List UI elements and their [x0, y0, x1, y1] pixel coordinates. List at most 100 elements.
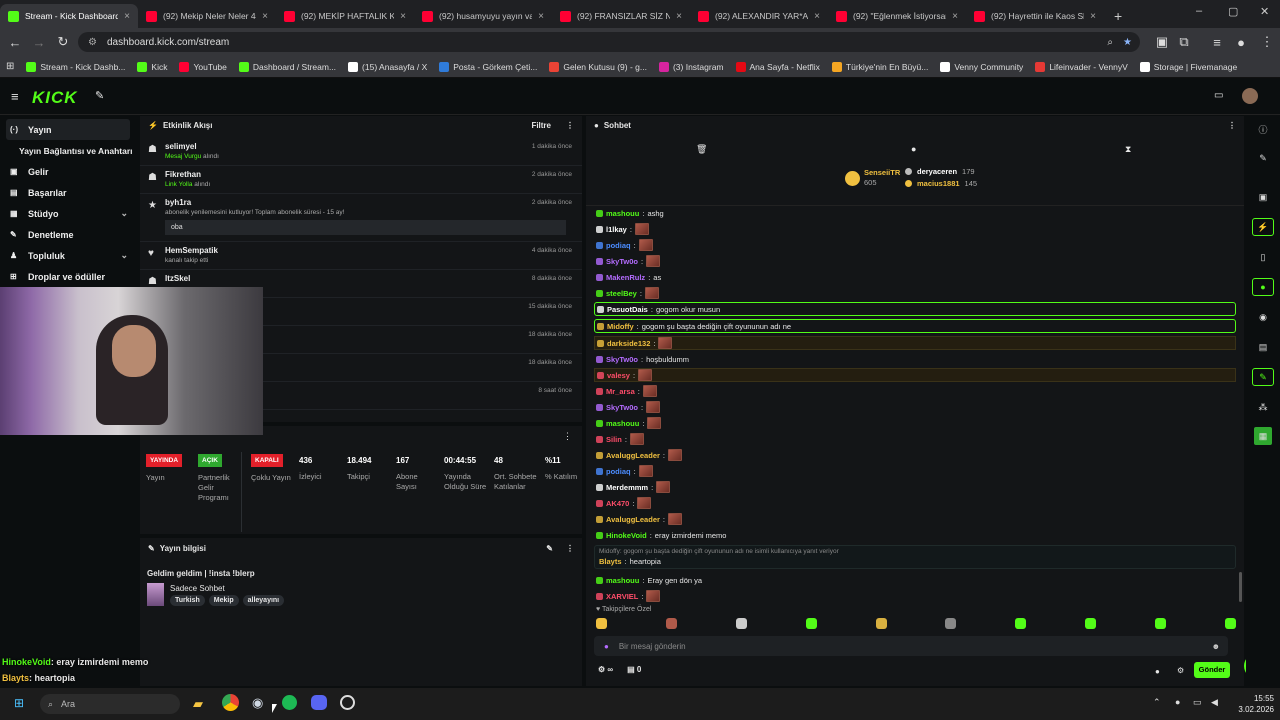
chat-username[interactable]: steelBey: [606, 289, 637, 298]
chat-message[interactable]: steelBey:: [594, 286, 1236, 300]
chat-message[interactable]: AvaluggLeader:: [594, 448, 1236, 462]
steam-icon[interactable]: ◉: [252, 695, 263, 711]
chat-scrollbar[interactable]: [1239, 572, 1242, 602]
chat-username[interactable]: l1lkay: [606, 225, 627, 234]
chat-username[interactable]: AK470: [606, 499, 629, 508]
gear-icon[interactable]: ⚙: [1177, 666, 1184, 675]
chat-username[interactable]: mashouu: [606, 576, 639, 585]
phone-icon[interactable]: ▯: [1252, 248, 1274, 266]
bookmark-item[interactable]: Posta - Görkem Çeti...: [439, 61, 537, 72]
chat-username[interactable]: HinokeVoid: [606, 531, 647, 540]
activity-item[interactable]: ☗ selimyel Mesaj Vurgu alındı 1 dakika önce: [140, 138, 582, 166]
maximize-icon[interactable]: ▢: [1228, 5, 1238, 18]
forward-icon[interactable]: →: [27, 35, 51, 50]
chat-username[interactable]: mashouu: [606, 419, 639, 428]
browser-tab[interactable]: (92) Hayrettin ile Kaos Sh ×: [966, 4, 1104, 28]
filter-button[interactable]: Filtre: [531, 121, 551, 130]
reply-user[interactable]: Blayts: [599, 557, 622, 566]
tab-close-icon[interactable]: ×: [676, 11, 682, 22]
discord-icon[interactable]: [311, 695, 327, 710]
minimize-icon[interactable]: –: [1196, 5, 1202, 17]
chat-username[interactable]: Merdemmm: [606, 483, 648, 492]
chat-username[interactable]: Midoffy: [607, 322, 634, 331]
chat-message[interactable]: PasuotDais: gogom okur musun: [594, 302, 1236, 316]
chat-message[interactable]: Merdemmm:: [594, 480, 1236, 494]
emote-icon[interactable]: [805, 618, 817, 629]
sidebar-item[interactable]: ✎ Denetleme: [0, 224, 138, 245]
chevron-down-icon[interactable]: ⌄: [120, 250, 128, 261]
top-gifter[interactable]: SenseiiTR 605: [845, 168, 900, 188]
chat-message[interactable]: SkyTw0o:: [594, 400, 1236, 414]
stats-toggle-icon[interactable]: ▤: [1252, 338, 1274, 356]
chat-username[interactable]: podiaq: [606, 467, 631, 476]
reply-block[interactable]: Midoffy: gogom şu başta dediğin çift oyu…: [594, 545, 1236, 569]
emoji-icon[interactable]: ☻: [1212, 642, 1220, 651]
stream-tag[interactable]: Mekip: [208, 595, 239, 606]
creator-tools-icon[interactable]: ✎: [95, 89, 104, 102]
volume-icon[interactable]: ◀: [1211, 697, 1218, 708]
zoom-icon[interactable]: ⌕: [1107, 37, 1113, 48]
browser-tab[interactable]: (92) husamyuyu yayın val ×: [414, 4, 552, 28]
activity-item[interactable]: ☗ Fikrethan Link Yolla alındı 2 dakika önce: [140, 166, 582, 194]
info-icon[interactable]: ⓘ: [1252, 120, 1274, 138]
sidebar-item[interactable]: ▣ Gelir: [0, 161, 138, 182]
back-icon[interactable]: ←: [3, 35, 27, 50]
chat-message[interactable]: mashouu:: [594, 416, 1236, 430]
points-indicator[interactable]: ⚙ ∞: [598, 665, 613, 674]
sidebar-item[interactable]: ▦ Stüdyo ⌄: [0, 203, 138, 224]
chat-username[interactable]: MakenRulz: [606, 273, 645, 282]
bookmark-item[interactable]: Stream - Kick Dashb...: [26, 61, 125, 72]
chat-message[interactable]: MakenRulz: as: [594, 270, 1236, 284]
extension-icon[interactable]: ▣: [1150, 34, 1174, 50]
emote-icon[interactable]: [1155, 618, 1166, 629]
stream-tag[interactable]: alleyayını: [242, 595, 285, 606]
emote-icon[interactable]: [596, 618, 607, 629]
bookmark-item[interactable]: Gelen Kutusu (9) - g...: [549, 61, 647, 72]
sidebar-item[interactable]: Yayın Bağlantısı ve Anahtarı: [0, 140, 138, 161]
info-more-icon[interactable]: ⋮: [566, 544, 574, 553]
tab-close-icon[interactable]: ×: [814, 11, 820, 22]
send-button[interactable]: Gönder: [1194, 662, 1230, 678]
chat-message[interactable]: AvaluggLeader:: [594, 512, 1236, 526]
chat-message[interactable]: darkside132:: [594, 336, 1236, 350]
chat-toggle-icon[interactable]: ●: [1252, 278, 1274, 296]
obs-icon[interactable]: [340, 695, 355, 710]
windows-start-icon[interactable]: ⊞: [14, 696, 24, 710]
microphone-tray-icon[interactable]: ●: [1175, 697, 1180, 707]
chat-message[interactable]: Midoffy: gogom şu başta dediğin çift oyun…: [594, 319, 1236, 333]
bookmark-item[interactable]: Lifeinvader - VennyV: [1035, 61, 1128, 72]
chat-message[interactable]: mashouu: Eray gen dön ya: [594, 573, 1236, 587]
chat-input[interactable]: ● Bir mesaj gönderin ☻: [594, 636, 1228, 656]
profile-avatar-icon[interactable]: ●: [1229, 35, 1253, 50]
tab-close-icon[interactable]: ×: [1090, 11, 1096, 22]
edit-icon[interactable]: ✎: [546, 544, 553, 553]
stats-more-icon[interactable]: ⋮: [563, 431, 572, 442]
browser-tab[interactable]: (92) "Eğlenmek İstiyorsan ×: [828, 4, 966, 28]
taskbar-search[interactable]: ⌕ Ara: [40, 694, 180, 714]
scene-icon[interactable]: ▣: [1252, 188, 1274, 206]
activity-item[interactable]: ★ byh1ra abonelik yenilemesini kutluyor! T…: [140, 194, 582, 242]
dashboard-layout-icon[interactable]: ▭: [1214, 90, 1223, 101]
emote-icon[interactable]: [665, 618, 677, 629]
emote-icon[interactable]: [1085, 618, 1097, 629]
chrome-icon[interactable]: [222, 694, 239, 711]
kick-logo[interactable]: KICK: [32, 88, 78, 108]
bookmark-item[interactable]: Kick: [137, 61, 167, 72]
bookmark-item[interactable]: YouTube: [179, 61, 227, 72]
chat-message[interactable]: AK470:: [594, 496, 1236, 510]
chat-username[interactable]: Mr_arsa: [606, 387, 635, 396]
emote-icon[interactable]: [875, 618, 887, 629]
bookmark-item[interactable]: Türkiye'nin En Büyü...: [831, 61, 928, 72]
bookmark-item[interactable]: (15) Anasayfa / X: [348, 61, 427, 72]
chat-username[interactable]: AvaluggLeader: [606, 515, 660, 524]
chat-message[interactable]: podiaq:: [594, 464, 1236, 478]
chevron-down-icon[interactable]: ⌄: [120, 208, 128, 219]
new-tab-icon[interactable]: +: [1104, 4, 1132, 28]
chat-message[interactable]: SkyTw0o: hoşbuldumm: [594, 352, 1236, 366]
address-bar[interactable]: ⚙ dashboard.kick.com/stream ⌕ ★: [78, 32, 1140, 52]
menu-icon[interactable]: ⋮: [1255, 34, 1279, 50]
activity-item[interactable]: ♥ HemSempatik kanalı takip etti 4 dakika ön…: [140, 242, 582, 270]
bookmark-item[interactable]: Venny Community: [940, 61, 1023, 72]
site-info-icon[interactable]: ⚙: [88, 37, 97, 48]
chat-message[interactable]: XARVIEL:: [594, 589, 1236, 603]
